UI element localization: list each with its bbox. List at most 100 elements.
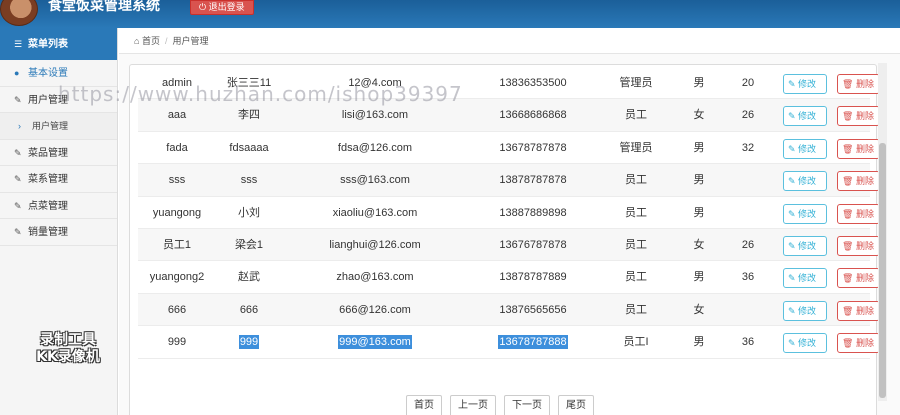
cell-age: 32 bbox=[741, 141, 755, 154]
cell-name: 小刘 bbox=[238, 206, 260, 219]
logo-avatar bbox=[0, 0, 38, 26]
watermark-text: https://www.huzhan.com/ishop39397 bbox=[58, 82, 463, 106]
cell-role: 管理员 bbox=[619, 141, 653, 154]
cell-age: 20 bbox=[741, 77, 755, 89]
cell-phone: 13876565656 bbox=[499, 303, 567, 316]
table-row: fada fdsaaaa fdsa@126.com 13678787878 管理员 男 32… bbox=[138, 132, 880, 165]
table-row: 999 999 999@163.com 13678787888 员工I 男 36 ✎ 修改 🗑 … bbox=[138, 326, 880, 359]
delete-button[interactable]: 🗑 删除 bbox=[837, 171, 880, 192]
table-row: yuangong 小刘 xiaoliu@163.com 13887889898 员工 男 ✎… bbox=[138, 197, 880, 229]
edit-button[interactable]: ✎ 修改 bbox=[783, 106, 827, 127]
delete-button[interactable]: 🗑 删除 bbox=[837, 203, 880, 224]
user-table-panel: admin 张三三11 12@4.com 13836353500 管理员男 20 ✎ 修改 🗑… bbox=[129, 64, 880, 415]
cell-username: 员工1 bbox=[162, 238, 192, 251]
app-title: 食堂饭菜管理系统 bbox=[48, 0, 160, 14]
breadcrumb-home[interactable]: 首页 bbox=[142, 36, 160, 46]
cell-sex: 男 bbox=[693, 271, 705, 284]
cell-email: zhao@163.com bbox=[336, 271, 414, 284]
cell-username: sss bbox=[168, 174, 186, 187]
delete-button[interactable]: 🗑 删除 bbox=[837, 235, 880, 256]
cell-age: 36 bbox=[741, 271, 755, 284]
table-row: 666 666 666@126.com 13876565656 员工 女 ✎ 修改 🗑 删除 bbox=[138, 293, 880, 327]
cell-email: xiaoliu@163.com bbox=[332, 206, 418, 219]
trash-icon: 🗑 bbox=[842, 111, 856, 122]
edit-icon: ✎ bbox=[788, 305, 799, 316]
delete-button[interactable]: 🗑 删除 bbox=[837, 138, 880, 159]
cell-age bbox=[724, 164, 772, 196]
sidebar-item-sales-management[interactable]: ✎ 销量管理 bbox=[0, 219, 117, 246]
breadcrumb-current: 用户管理 bbox=[172, 36, 209, 46]
cell-role: 员工I bbox=[623, 336, 649, 349]
cell-age: 36 bbox=[741, 336, 755, 349]
cell-email: 666@126.com bbox=[339, 303, 411, 316]
cell-email: 999@163.com bbox=[338, 335, 412, 350]
edit-icon: ✎ bbox=[788, 143, 799, 154]
next-page-button[interactable]: 下一页 bbox=[504, 395, 550, 415]
cell-sex: 女 bbox=[693, 303, 705, 316]
delete-button[interactable]: 🗑 删除 bbox=[837, 333, 880, 354]
sidebar-item-cuisine-management[interactable]: ✎ 菜系管理 bbox=[0, 166, 117, 193]
trash-icon: 🗑 bbox=[842, 273, 856, 284]
scrollbar-thumb[interactable] bbox=[879, 143, 886, 398]
trash-icon: 🗑 bbox=[842, 143, 856, 154]
edit-button[interactable]: ✎ 修改 bbox=[783, 138, 827, 159]
table-row: 员工1 梁会1 lianghui@126.com 13676787878 员工 女 26 ✎ … bbox=[138, 228, 880, 262]
vertical-scrollbar[interactable] bbox=[878, 63, 887, 401]
edit-button[interactable]: ✎ 修改 bbox=[783, 300, 827, 321]
delete-button[interactable]: 🗑 删除 bbox=[837, 106, 880, 127]
edit-button[interactable]: ✎ 修改 bbox=[783, 333, 827, 354]
delete-button[interactable]: 🗑 删除 bbox=[837, 268, 880, 289]
top-header: 食堂饭菜管理系统 ⏻ 退出登录 bbox=[0, 0, 900, 28]
caret-right-icon: › bbox=[18, 121, 21, 131]
edit-button[interactable]: ✎ 修改 bbox=[783, 203, 827, 224]
cell-sex: 男 bbox=[693, 336, 705, 349]
cell-sex: 男 bbox=[693, 206, 705, 219]
cell-name: 999 bbox=[238, 335, 260, 350]
logout-button[interactable]: ⏻ 退出登录 bbox=[190, 0, 254, 15]
cell-phone: 13887889898 bbox=[499, 206, 567, 219]
edit-icon: ✎ bbox=[788, 338, 799, 349]
delete-button[interactable]: 🗑 删除 bbox=[837, 74, 880, 94]
cell-username: yuangong bbox=[152, 206, 202, 219]
delete-button[interactable]: 🗑 删除 bbox=[837, 300, 880, 321]
table-row: sss sss sss@163.com 13878787878 员工 男 ✎ 修改 🗑 删除 bbox=[138, 164, 880, 197]
edit-icon: ✎ bbox=[788, 79, 799, 89]
cell-email: sss@163.com bbox=[340, 174, 410, 187]
breadcrumb: ⌂ 首页 / 用户管理 bbox=[119, 28, 900, 54]
cell-age: 26 bbox=[741, 109, 755, 122]
cell-phone: 13678787878 bbox=[499, 141, 567, 154]
edit-icon: ✎ bbox=[788, 208, 799, 219]
cell-sex: 女 bbox=[693, 109, 705, 122]
sidebar-item-dish-management[interactable]: ✎ 菜品管理 bbox=[0, 140, 117, 166]
edit-button[interactable]: ✎ 修改 bbox=[783, 171, 827, 192]
edit-icon: ✎ bbox=[14, 147, 22, 158]
cell-name: 赵武 bbox=[238, 271, 260, 284]
cell-age: 26 bbox=[741, 238, 755, 251]
cell-role: 管理员 bbox=[619, 77, 653, 89]
edit-icon: ✎ bbox=[788, 273, 799, 284]
trash-icon: 🗑 bbox=[842, 305, 856, 316]
trash-icon: 🗑 bbox=[842, 176, 856, 187]
cell-age bbox=[724, 294, 772, 326]
edit-button[interactable]: ✎ 修改 bbox=[783, 74, 827, 94]
cell-username: 666 bbox=[167, 303, 187, 316]
cell-phone: 13836353500 bbox=[499, 77, 567, 89]
prev-page-button[interactable]: 上一页 bbox=[450, 395, 496, 415]
edit-button[interactable]: ✎ 修改 bbox=[783, 268, 827, 289]
cell-role: 员工 bbox=[625, 174, 647, 187]
recorder-watermark: 录制工具 KK录像机 bbox=[36, 332, 100, 365]
user-table: admin 张三三11 12@4.com 13836353500 管理员男 20 ✎ 修改 🗑… bbox=[138, 67, 880, 359]
sidebar-subitem-user-management[interactable]: › 用户管理 bbox=[0, 113, 117, 140]
edit-button[interactable]: ✎ 修改 bbox=[783, 235, 827, 256]
user-icon: ● bbox=[14, 68, 20, 78]
first-page-button[interactable]: 首页 bbox=[406, 395, 442, 415]
cell-sex: 男 bbox=[693, 141, 705, 154]
cell-sex: 女 bbox=[693, 238, 705, 251]
cell-phone: 13668686868 bbox=[499, 109, 567, 122]
table-row: yuangong2 赵武 zhao@163.com 13878787889 员工 男 36 ✎… bbox=[138, 261, 880, 294]
cell-username: 999 bbox=[167, 336, 187, 349]
sidebar-item-order-management[interactable]: ✎ 点菜管理 bbox=[0, 193, 117, 219]
cell-email: lianghui@126.com bbox=[329, 238, 421, 251]
last-page-button[interactable]: 尾页 bbox=[558, 395, 594, 415]
cell-age bbox=[724, 197, 772, 229]
